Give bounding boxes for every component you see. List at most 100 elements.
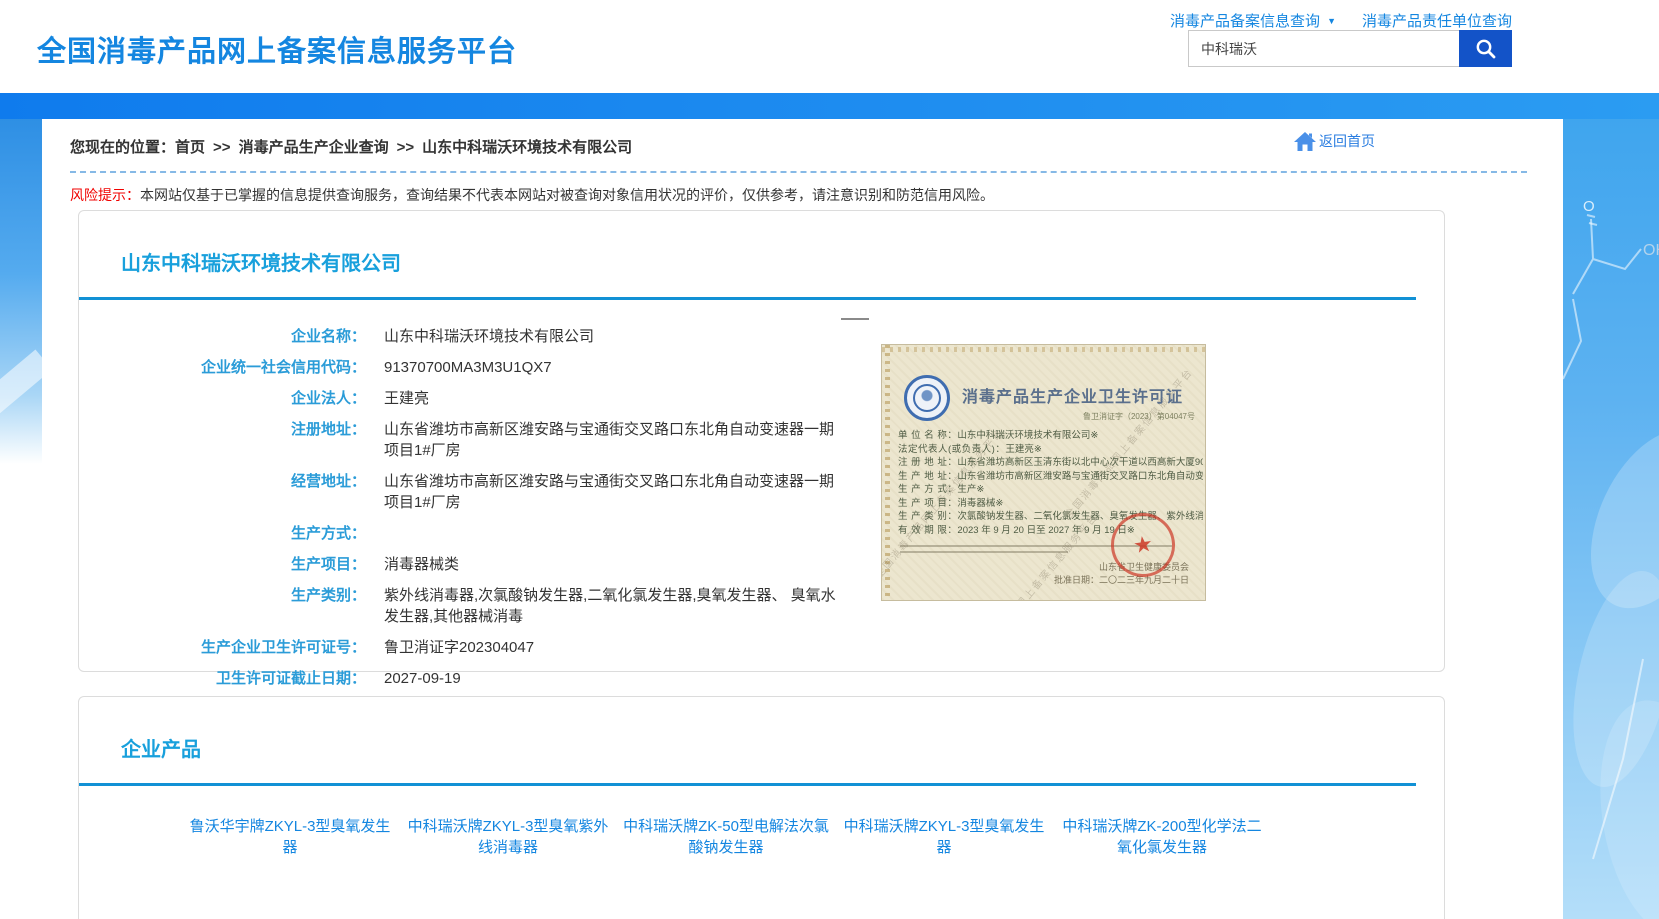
breadcrumb-home[interactable]: 首页 bbox=[175, 139, 205, 156]
site-title: 全国消毒产品网上备案信息服务平台 bbox=[37, 28, 517, 70]
molecule-illustration: O OH bbox=[1563, 119, 1659, 919]
certificate-line: 生 产 方 式：生产※ bbox=[898, 483, 1203, 497]
field-value: 王建亮 bbox=[384, 388, 429, 409]
certificate-line: 生 产 地 址：山东省潍坊市高新区潍安路与宝通街交叉路口东北角自动变速器一期 bbox=[898, 470, 1203, 484]
background-photo-right: O OH bbox=[1563, 119, 1659, 919]
risk-warning-text: 本网站仅基于已掌握的信息提供查询服务，查询结果不代表本网站对被查询对象信用状况的… bbox=[140, 187, 994, 203]
field-row: 卫生许可证截止日期： 2027-09-19 bbox=[79, 668, 1444, 689]
nav-link-responsible-unit-query[interactable]: 消毒产品责任单位查询 bbox=[1362, 10, 1512, 31]
top-nav: 消毒产品备案信息查询 ▼ 消毒产品责任单位查询 bbox=[1170, 10, 1512, 31]
breadcrumb: 您现在的位置：首页 >> 消毒产品生产企业查询 >> 山东中科瑞沃环境技术有限公司 bbox=[70, 136, 632, 157]
product-link[interactable]: 中科瑞沃牌ZK-50型电解法次氯酸钠发生器 bbox=[619, 816, 833, 858]
product-link-list: 鲁沃华宇牌ZKYL-3型臭氧发生器 中科瑞沃牌ZKYL-3型臭氧紫外线消毒器 中… bbox=[79, 786, 1444, 876]
field-label: 经营地址： bbox=[79, 471, 366, 513]
field-label: 生产类别： bbox=[79, 585, 366, 627]
field-row: 生产方式： bbox=[79, 523, 1444, 544]
hygiene-license-certificate-image: 全国消毒产品网上备案信息服务平台 全国消毒产品网上备案信息服务平台 全国消毒产品… bbox=[881, 344, 1206, 601]
product-link[interactable]: 中科瑞沃牌ZKYL-3型臭氧发生器 bbox=[837, 816, 1051, 858]
field-row: 企业统一社会信用代码： 91370700MA3M3U1QX7 bbox=[79, 357, 1444, 378]
approve-date: 批准日期：二〇二三年九月二十日 bbox=[1054, 574, 1189, 587]
product-link[interactable]: 中科瑞沃牌ZKYL-3型臭氧紫外线消毒器 bbox=[401, 816, 615, 858]
field-value: 紫外线消毒器,次氯酸钠发生器,二氧化氯发生器,臭氧发生器、 臭氧水发生器,其他器… bbox=[384, 585, 841, 627]
certificate-title: 消毒产品生产企业卫生许可证 bbox=[962, 383, 1183, 407]
petal-shape bbox=[0, 350, 42, 415]
certificate-line: 生 产 项 目：消毒器械※ bbox=[898, 497, 1203, 511]
certificate-line-label: 有 效 期 限： bbox=[898, 525, 957, 536]
company-fields: 企业名称： 山东中科瑞沃环境技术有限公司 企业统一社会信用代码： 9137070… bbox=[79, 326, 1444, 689]
certificate-line-label: 生 产 地 址： bbox=[898, 471, 957, 482]
certificate-line-label: 法定代表人(或负责人)： bbox=[898, 444, 1005, 455]
field-label: 生产方式： bbox=[79, 523, 366, 544]
breadcrumb-prefix: 您现在的位置： bbox=[70, 139, 175, 156]
certificate-line-label: 单 位 名 称： bbox=[898, 430, 957, 441]
dashed-divider bbox=[70, 171, 1527, 173]
risk-warning-label: 风险提示： bbox=[70, 187, 140, 203]
return-home-link[interactable]: 返回首页 bbox=[1294, 131, 1375, 151]
company-products-card: 企业产品 鲁沃华宇牌ZKYL-3型臭氧发生器 中科瑞沃牌ZKYL-3型臭氧紫外线… bbox=[78, 696, 1445, 919]
svg-text:O: O bbox=[1583, 198, 1595, 215]
field-label: 企业名称： bbox=[79, 326, 366, 347]
certificate-number: 鲁卫消证字（2023）第04047号 bbox=[1083, 411, 1195, 422]
page: 全国消毒产品网上备案信息服务平台 消毒产品备案信息查询 ▼ 消毒产品责任单位查询 bbox=[0, 0, 1659, 919]
field-row: 生产项目： 消毒器械类 bbox=[79, 554, 1444, 575]
company-info-card: 山东中科瑞沃环境技术有限公司 企业名称： 山东中科瑞沃环境技术有限公司 企业统一… bbox=[78, 210, 1445, 672]
risk-warning: 风险提示：本网站仅基于已掌握的信息提供查询服务，查询结果不代表本网站对被查询对象… bbox=[70, 185, 994, 205]
field-row: 经营地址： 山东省潍坊市高新区潍安路与宝通街交叉路口东北角自动变速器一期项目1#… bbox=[79, 471, 1444, 513]
certificate-line-label: 注 册 地 址： bbox=[898, 457, 957, 468]
certificate-line-label: 生 产 类 别： bbox=[898, 511, 957, 522]
certificate-footnote-line bbox=[900, 551, 1068, 553]
field-row: 企业名称： 山东中科瑞沃环境技术有限公司 bbox=[79, 326, 1444, 347]
products-section-title: 企业产品 bbox=[121, 733, 1444, 762]
field-label: 企业法人： bbox=[79, 388, 366, 409]
certificate-line-value: 山东省潍坊市高新区潍安路与宝通街交叉路口东北角自动变速器一期 bbox=[957, 471, 1203, 482]
field-row: 生产类别： 紫外线消毒器,次氯酸钠发生器,二氧化氯发生器,臭氧发生器、 臭氧水发… bbox=[79, 585, 1444, 627]
certificate-line-value: 生产※ bbox=[957, 484, 984, 495]
field-value: 2027-09-19 bbox=[384, 668, 461, 689]
certificate-line-value: 消毒器械※ bbox=[957, 498, 1003, 509]
site-header: 全国消毒产品网上备案信息服务平台 消毒产品备案信息查询 ▼ 消毒产品责任单位查询 bbox=[0, 0, 1659, 93]
nav-link-label: 消毒产品备案信息查询 bbox=[1170, 10, 1320, 31]
home-icon bbox=[1294, 132, 1316, 151]
field-value: 山东省潍坊市高新区潍安路与宝通街交叉路口东北角自动变速器一期项目1#厂房 bbox=[384, 419, 841, 461]
product-link[interactable]: 中科瑞沃牌ZK-200型化学法二氧化氯发生器 bbox=[1055, 816, 1269, 858]
field-row: 注册地址： 山东省潍坊市高新区潍安路与宝通街交叉路口东北角自动变速器一期项目1#… bbox=[79, 419, 1444, 461]
background-photo-left bbox=[0, 119, 42, 464]
field-row: 企业法人： 王建亮 bbox=[79, 388, 1444, 409]
breadcrumb-separator: >> bbox=[213, 139, 231, 156]
certificate-line-label: 生 产 项 目： bbox=[898, 498, 957, 509]
certificate-line-value: 2023 年 9 月 20 日至 2027 年 9 月 19 日※ bbox=[957, 525, 1134, 536]
certificate-line: 法定代表人(或负责人)：王建亮※ bbox=[898, 443, 1203, 457]
certificate-line-value: 次氯酸钠发生器、二氧化氯发生器、臭氧发生器、紫外线消毒器※ bbox=[957, 511, 1203, 522]
breadcrumb-current: 山东中科瑞沃环境技术有限公司 bbox=[422, 139, 632, 156]
breadcrumb-separator: >> bbox=[397, 139, 415, 156]
field-label: 卫生许可证截止日期： bbox=[79, 668, 366, 689]
field-value: 鲁卫消证字202304047 bbox=[384, 637, 534, 658]
return-home-label: 返回首页 bbox=[1319, 131, 1375, 151]
certificate-border-ornament bbox=[882, 347, 1205, 352]
field-label: 企业统一社会信用代码： bbox=[79, 357, 366, 378]
nav-link-record-info-query[interactable]: 消毒产品备案信息查询 ▼ bbox=[1170, 10, 1336, 31]
product-link[interactable]: 鲁沃华宇牌ZKYL-3型臭氧发生器 bbox=[183, 816, 397, 858]
field-label: 生产企业卫生许可证号： bbox=[79, 637, 366, 658]
search-bar bbox=[1188, 30, 1512, 67]
header-divider-bar bbox=[0, 93, 1659, 119]
certificate-line: 单 位 名 称：山东中科瑞沃环境技术有限公司※ bbox=[898, 429, 1203, 443]
card-divider-line bbox=[79, 297, 1416, 300]
field-row: 生产企业卫生许可证号： 鲁卫消证字202304047 bbox=[79, 637, 1444, 658]
search-input[interactable] bbox=[1188, 30, 1459, 67]
certificate-line: 注 册 地 址：山东省潍坊高新区玉清东街以北中心次干道以西高新大厦902号科 bbox=[898, 456, 1203, 470]
health-commission-emblem-icon bbox=[904, 375, 950, 421]
certificate-line-value: 山东省潍坊高新区玉清东街以北中心次干道以西高新大厦902号科 bbox=[957, 457, 1203, 468]
seal-star-icon: ★ bbox=[1131, 531, 1154, 559]
search-icon bbox=[1474, 37, 1498, 61]
breadcrumb-company-query[interactable]: 消毒产品生产企业查询 bbox=[239, 139, 389, 156]
field-value: 91370700MA3M3U1QX7 bbox=[384, 357, 552, 378]
search-button[interactable] bbox=[1459, 30, 1512, 67]
field-label: 生产项目： bbox=[79, 554, 366, 575]
main-content: 您现在的位置：首页 >> 消毒产品生产企业查询 >> 山东中科瑞沃环境技术有限公司 返回… bbox=[42, 119, 1563, 919]
image-placeholder-dash bbox=[841, 318, 869, 320]
field-value: 山东中科瑞沃环境技术有限公司 bbox=[384, 326, 594, 347]
field-label: 注册地址： bbox=[79, 419, 366, 461]
field-value: 山东省潍坊市高新区潍安路与宝通街交叉路口东北角自动变速器一期项目1#厂房 bbox=[384, 471, 841, 513]
chevron-down-icon: ▼ bbox=[1327, 16, 1336, 26]
